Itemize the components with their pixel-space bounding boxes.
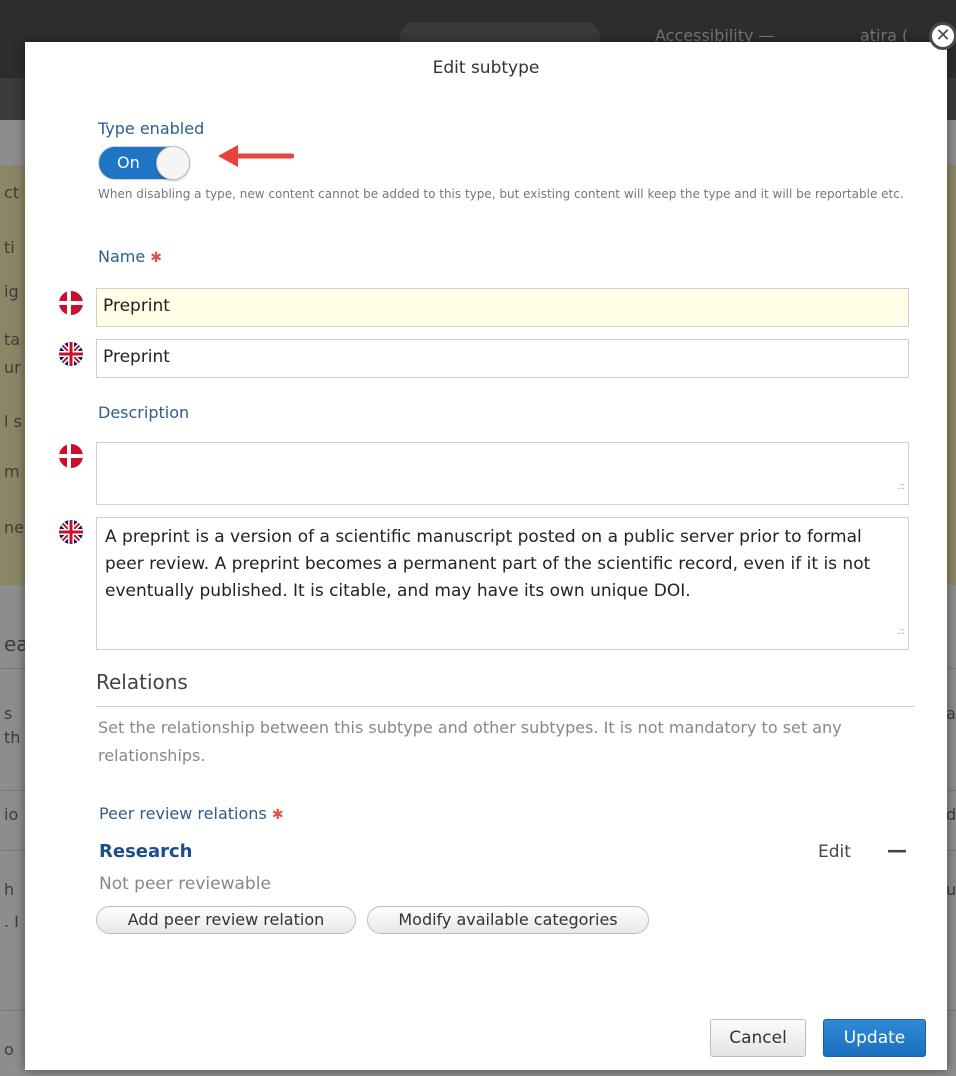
type-enabled-label: Type enabled <box>98 119 205 138</box>
description-danish-textarea[interactable]: .:: <box>96 442 909 505</box>
uk-flag-icon <box>59 520 83 544</box>
resize-grip-icon[interactable]: .:: <box>897 618 905 645</box>
danish-flag-icon <box>59 291 83 315</box>
background-text: us <box>946 880 956 899</box>
peer-review-relations-label: Peer review relations ✱ <box>99 804 284 823</box>
peer-review-relations-text: Peer review relations <box>99 804 267 823</box>
description-label: Description <box>98 403 190 422</box>
background-text: . I <box>4 912 19 931</box>
background-text: at <box>946 704 956 723</box>
relations-description: Set the relationship between this subtyp… <box>98 718 842 765</box>
background-text: ig <box>4 282 19 301</box>
background-text: h <box>4 880 15 899</box>
relations-heading: Relations <box>96 670 188 694</box>
dialog-title: Edit subtype <box>432 58 540 78</box>
background-text: th <box>4 728 21 747</box>
toggle-knob[interactable] <box>156 146 190 180</box>
type-enabled-help: When disabling a type, new content canno… <box>98 187 904 201</box>
background-text: d <box>946 805 956 824</box>
relations-divider <box>96 706 914 707</box>
background-text: o <box>4 1040 14 1059</box>
required-icon: ✱ <box>271 807 284 823</box>
background-text: ct <box>4 183 20 202</box>
description-english-text: A preprint is a version of a scientific … <box>105 527 871 601</box>
uk-flag-icon <box>59 342 83 366</box>
background-text: s <box>4 704 13 723</box>
background-text: ur <box>4 358 21 377</box>
name-label-text: Name <box>98 247 146 266</box>
toggle-state-label: On <box>117 153 140 172</box>
type-enabled-toggle[interactable]: On <box>98 146 190 180</box>
relation-remove-icon[interactable]: — <box>887 838 907 862</box>
background-text: io <box>4 805 19 824</box>
background-text: ti <box>4 238 15 257</box>
background-text: ta <box>4 330 21 349</box>
relation-name-link[interactable]: Research <box>99 841 193 862</box>
relation-status: Not peer reviewable <box>99 874 271 894</box>
edit-subtype-dialog: Edit subtype Type enabled On When disabl… <box>25 42 947 1070</box>
modify-available-categories-button[interactable]: Modify available categories <box>367 906 649 934</box>
cancel-button[interactable]: Cancel <box>710 1019 806 1057</box>
close-dialog-icon[interactable]: ✕ <box>929 22 956 50</box>
add-peer-review-relation-button[interactable]: Add peer review relation <box>96 906 356 934</box>
danish-flag-icon <box>59 444 83 468</box>
name-danish-input[interactable]: Preprint <box>96 288 909 327</box>
update-button[interactable]: Update <box>823 1019 926 1057</box>
name-english-input[interactable]: Preprint <box>96 339 909 378</box>
resize-grip-icon[interactable]: .:: <box>897 473 905 500</box>
background-text: ne <box>4 518 24 537</box>
red-arrow-annotation-icon <box>218 145 294 167</box>
name-label: Name ✱ <box>98 247 162 266</box>
relation-edit-link[interactable]: Edit <box>818 842 851 862</box>
required-icon: ✱ <box>150 250 163 266</box>
description-english-textarea[interactable]: A preprint is a version of a scientific … <box>96 517 909 650</box>
background-text: m <box>4 462 20 481</box>
background-text: l s <box>4 412 22 431</box>
